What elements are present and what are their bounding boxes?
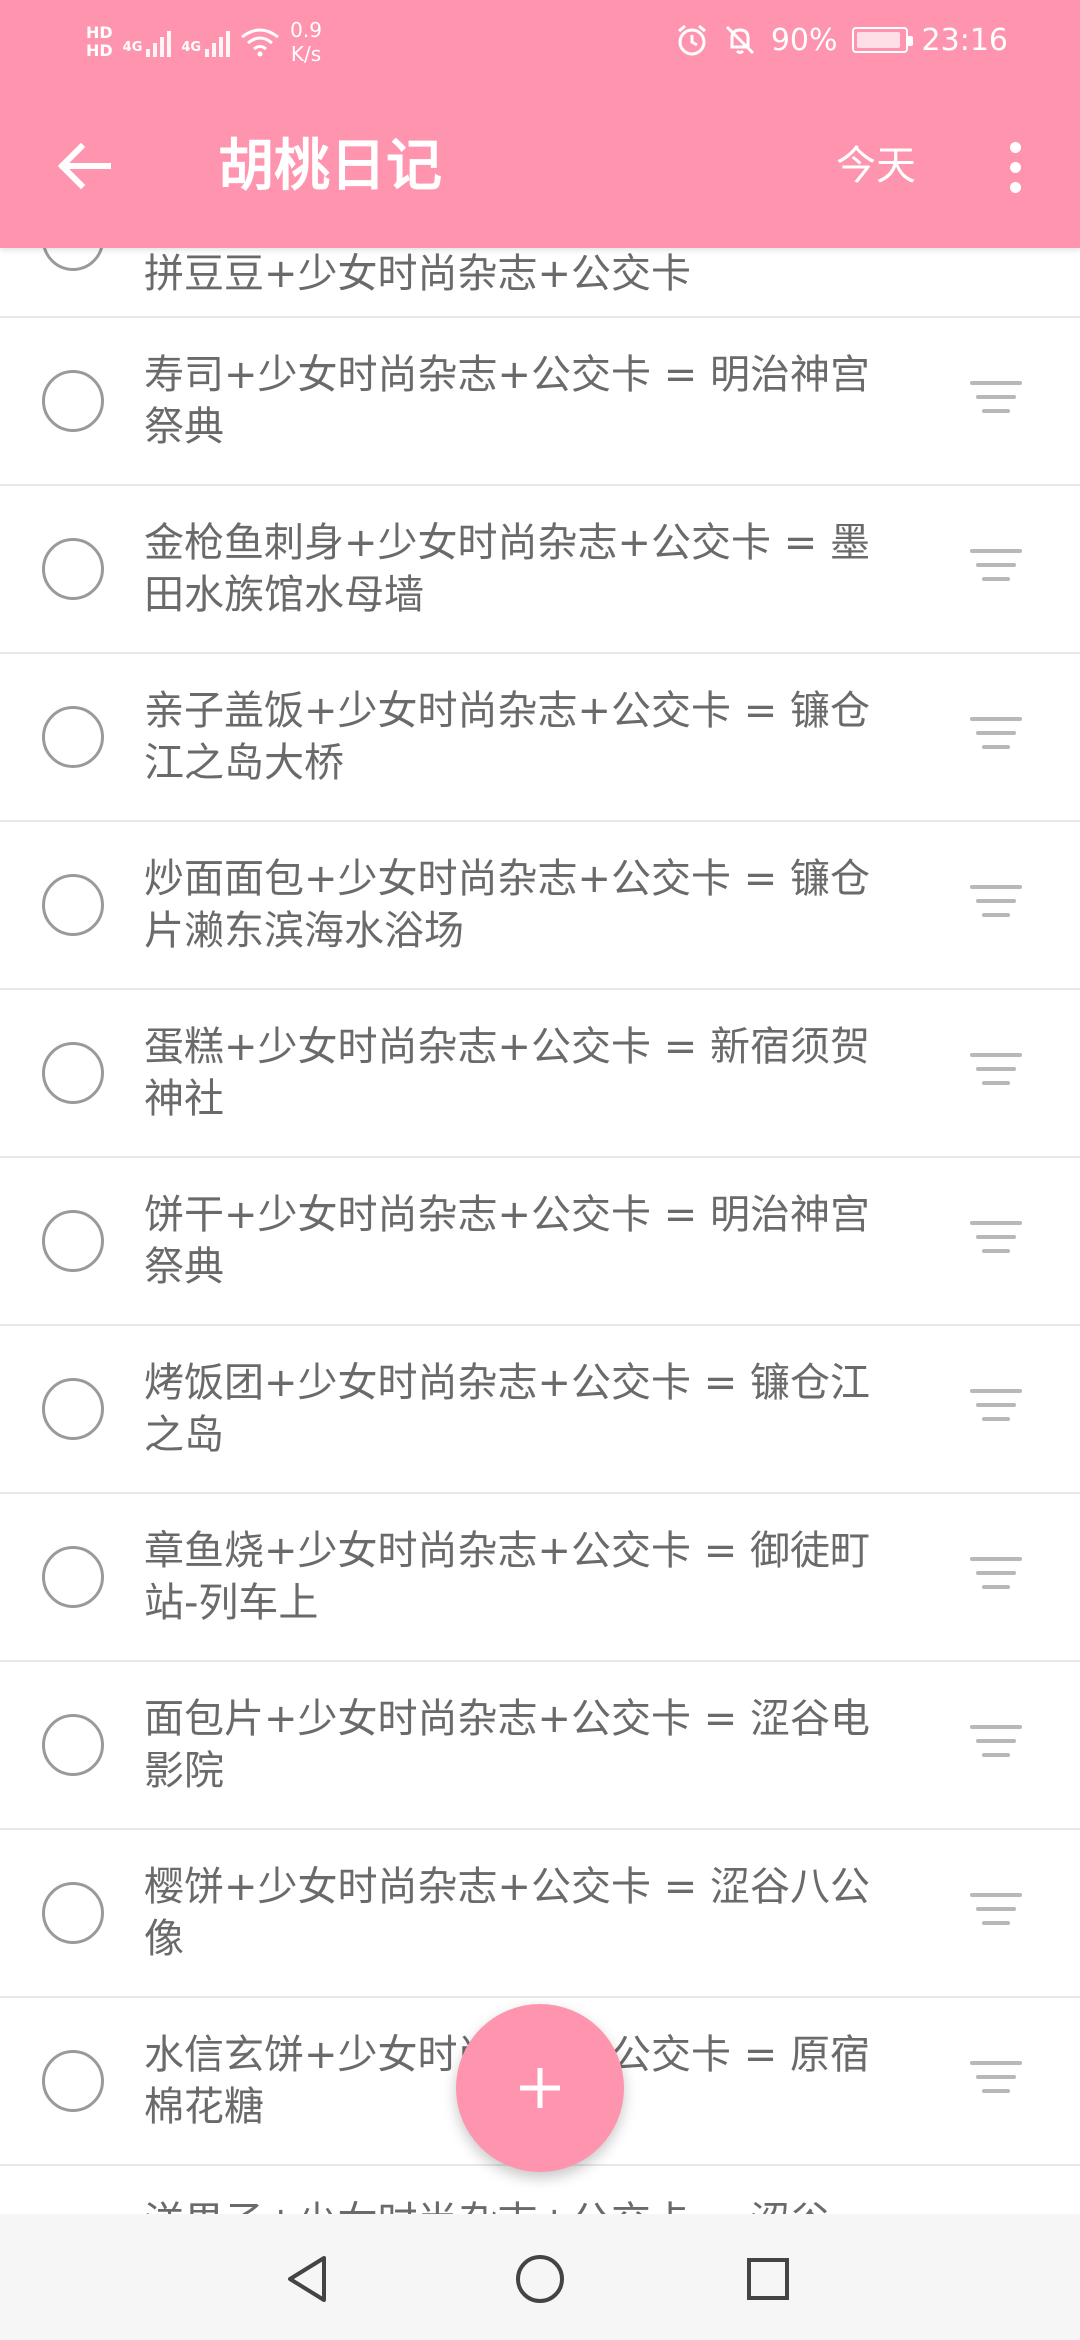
list-item[interactable]: 寿司+少女时尚杂志+公交卡 = 明治神宫祭典 bbox=[0, 318, 1080, 486]
nav-recent-icon bbox=[747, 2258, 789, 2300]
hd-badges: HD HD bbox=[86, 24, 113, 60]
list-item[interactable]: 樱饼+少女时尚杂志+公交卡 = 涩谷八公像 bbox=[0, 1830, 1080, 1998]
status-bar: HD HD 4G 4G 0.9 K/s 90% 23:16 bbox=[0, 0, 1080, 80]
diary-list: 拼豆豆+少女时尚杂志+公交卡 寿司+少女时尚杂志+公交卡 = 明治神宫祭典 金枪鱼… bbox=[0, 0, 1080, 2340]
drag-handle-icon[interactable] bbox=[970, 381, 1026, 421]
speed-value: 0.9 bbox=[290, 18, 322, 42]
radio-unchecked-icon[interactable] bbox=[42, 538, 104, 600]
drag-handle-icon[interactable] bbox=[970, 885, 1026, 925]
drag-handle-icon[interactable] bbox=[970, 1557, 1026, 1597]
radio-unchecked-icon[interactable] bbox=[42, 1714, 104, 1776]
radio-unchecked-icon[interactable] bbox=[42, 1882, 104, 1944]
list-item-text: 面包片+少女时尚杂志+公交卡 = 涩谷电影院 bbox=[144, 1696, 870, 1794]
signal-2: 4G bbox=[181, 27, 231, 57]
list-item[interactable]: 章鱼烧+少女时尚杂志+公交卡 = 御徒町站-列车上 bbox=[0, 1494, 1080, 1662]
list-item[interactable]: 蛋糕+少女时尚杂志+公交卡 = 新宿须贺神社 bbox=[0, 990, 1080, 1158]
battery-percent: 90% bbox=[770, 22, 838, 58]
drag-handle-icon[interactable] bbox=[970, 1725, 1026, 1765]
status-right: 90% 23:16 bbox=[675, 18, 1008, 62]
nav-home-button[interactable] bbox=[505, 2244, 575, 2314]
hd-badge-1: HD bbox=[86, 23, 113, 42]
back-button[interactable] bbox=[44, 130, 124, 202]
add-entry-button[interactable] bbox=[456, 2004, 624, 2172]
network-speed: 0.9 K/s bbox=[290, 18, 322, 66]
drag-handle-icon[interactable] bbox=[970, 1893, 1026, 1933]
list-item-text: 寿司+少女时尚杂志+公交卡 = 明治神宫祭典 bbox=[144, 352, 870, 450]
radio-unchecked-icon[interactable] bbox=[42, 1378, 104, 1440]
list-item[interactable]: 烤饭团+少女时尚杂志+公交卡 = 镰仓江之岛 bbox=[0, 1326, 1080, 1494]
list-item[interactable]: 金枪鱼刺身+少女时尚杂志+公交卡 = 墨田水族馆水母墙 bbox=[0, 486, 1080, 654]
radio-unchecked-icon[interactable] bbox=[42, 1546, 104, 1608]
today-button[interactable]: 今天 bbox=[836, 138, 916, 194]
battery-icon bbox=[851, 27, 913, 53]
speed-unit: K/s bbox=[290, 42, 322, 66]
drag-handle-icon[interactable] bbox=[970, 1221, 1026, 1261]
nav-back-button[interactable] bbox=[272, 2244, 342, 2314]
list-item[interactable]: 亲子盖饭+少女时尚杂志+公交卡 = 镰仓江之岛大桥 bbox=[0, 654, 1080, 822]
app-bar: HD HD 4G 4G 0.9 K/s 90% 23:16 胡桃日记 今天 bbox=[0, 0, 1080, 248]
radio-unchecked-icon[interactable] bbox=[42, 874, 104, 936]
more-vert-icon bbox=[1009, 141, 1021, 193]
radio-unchecked-icon[interactable] bbox=[42, 2050, 104, 2112]
list-item-text: 炒面面包+少女时尚杂志+公交卡 = 镰仓片濑东滨海水浴场 bbox=[144, 856, 870, 954]
list-item-text: 金枪鱼刺身+少女时尚杂志+公交卡 = 墨田水族馆水母墙 bbox=[144, 520, 870, 618]
list-item[interactable]: 饼干+少女时尚杂志+公交卡 = 明治神宫祭典 bbox=[0, 1158, 1080, 1326]
list-item-text: 拼豆豆+少女时尚杂志+公交卡 bbox=[144, 251, 692, 297]
list-item-text: 樱饼+少女时尚杂志+公交卡 = 涩谷八公像 bbox=[144, 1864, 870, 1962]
list-item-text: 章鱼烧+少女时尚杂志+公交卡 = 御徒町站-列车上 bbox=[144, 1528, 870, 1626]
list-item[interactable]: 面包片+少女时尚杂志+公交卡 = 涩谷电影院 bbox=[0, 1662, 1080, 1830]
page-title: 胡桃日记 bbox=[218, 134, 442, 199]
list-item-text: 饼干+少女时尚杂志+公交卡 = 明治神宫祭典 bbox=[144, 1192, 870, 1290]
nav-recent-button[interactable] bbox=[733, 2244, 803, 2314]
add-icon bbox=[520, 2068, 560, 2108]
list-item-text: 亲子盖饭+少女时尚杂志+公交卡 = 镰仓江之岛大桥 bbox=[144, 688, 870, 786]
battery-level bbox=[856, 32, 900, 48]
hd-badge-2: HD bbox=[86, 41, 113, 60]
alarm-icon bbox=[677, 24, 706, 56]
drag-handle-icon[interactable] bbox=[970, 549, 1026, 589]
system-nav-bar bbox=[0, 2214, 1080, 2340]
drag-handle-icon[interactable] bbox=[970, 1053, 1026, 1093]
status-left: HD HD 4G 4G 0.9 K/s bbox=[86, 12, 322, 72]
list-item-text: 蛋糕+少女时尚杂志+公交卡 = 新宿须贺神社 bbox=[144, 1024, 870, 1122]
more-options-button[interactable] bbox=[990, 132, 1040, 202]
drag-handle-icon[interactable] bbox=[970, 2061, 1026, 2101]
nav-home-icon bbox=[516, 2255, 564, 2303]
radio-unchecked-icon[interactable] bbox=[42, 1210, 104, 1272]
radio-unchecked-icon[interactable] bbox=[42, 706, 104, 768]
radio-unchecked-icon[interactable] bbox=[42, 370, 104, 432]
status-time: 23:16 bbox=[921, 22, 1008, 58]
network-type-2: 4G bbox=[181, 40, 202, 55]
wifi-icon bbox=[241, 28, 280, 57]
signal-bars-icon bbox=[146, 27, 172, 57]
signal-bars-icon bbox=[205, 27, 231, 57]
drag-handle-icon[interactable] bbox=[970, 717, 1026, 757]
notifications-off-icon bbox=[725, 25, 754, 55]
drag-handle-icon[interactable] bbox=[970, 1389, 1026, 1429]
list-item-text: 烤饭团+少女时尚杂志+公交卡 = 镰仓江之岛 bbox=[144, 1360, 870, 1458]
list-item[interactable]: 炒面面包+少女时尚杂志+公交卡 = 镰仓片濑东滨海水浴场 bbox=[0, 822, 1080, 990]
nav-back-icon bbox=[288, 2256, 326, 2302]
radio-unchecked-icon[interactable] bbox=[42, 1042, 104, 1104]
back-arrow-icon bbox=[57, 143, 111, 189]
network-type-1: 4G bbox=[122, 40, 143, 55]
signal-1: 4G bbox=[123, 27, 172, 57]
